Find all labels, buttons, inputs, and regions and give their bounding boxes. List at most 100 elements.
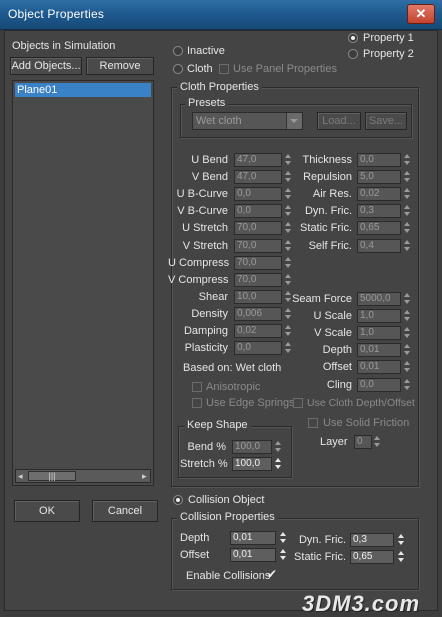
watermark-logo: 3DM3.com [302,591,421,616]
spin-arrows-icon[interactable] [404,360,410,374]
anisotropic-label: Anisotropic [206,381,261,393]
save-button[interactable]: Save... [365,112,407,130]
bend-spin-arrows-icon[interactable] [275,440,281,454]
title-bar[interactable]: Object Properties ✕ [0,0,442,30]
collision-offset-spin-icon[interactable] [280,548,286,562]
load-button[interactable]: Load... [317,112,361,130]
list-item[interactable]: Plane01 [15,83,151,97]
spin-arrows-icon[interactable] [404,221,410,235]
field-spinner[interactable]: 70,0 [234,272,282,287]
field-spinner[interactable]: 70,0 [234,255,282,270]
field-label: U Bend [191,154,228,166]
field-label: Cling [326,378,352,391]
collision-offset-field[interactable]: 0,01 [230,548,276,562]
collision-depth-field[interactable]: 0,01 [230,531,276,545]
use-edge-springs-checkbox[interactable] [192,398,202,408]
collision-offset-label: Offset [180,549,210,561]
cloth-radio[interactable] [173,64,183,74]
ok-button[interactable]: OK [14,500,80,522]
field-spinner[interactable]: 5000,0 [357,292,401,306]
spin-arrows-icon[interactable] [285,187,291,201]
cancel-button[interactable]: Cancel [92,500,158,522]
field-label: Dyn. Fric. [304,205,352,218]
property1-label: Property 1 [363,32,414,44]
field-spinner[interactable]: 0,0 [234,187,282,202]
chevron-down-icon[interactable] [286,113,302,129]
field-spinner[interactable]: 10,0 [234,289,282,304]
spin-arrows-icon[interactable] [285,341,291,355]
use-panel-checkbox[interactable] [219,64,229,74]
add-objects-button[interactable]: Add Objects... [10,57,82,75]
field-spinner[interactable]: 0,006 [234,306,282,321]
field-spinner[interactable]: 0,4 [357,238,401,253]
collision-static-fric-field[interactable]: 0,65 [350,550,394,564]
spin-arrows-icon[interactable] [285,170,291,184]
inactive-radio[interactable] [173,46,183,56]
scrollbar-thumb[interactable]: ||| [28,471,76,481]
field-spinner[interactable]: 0,02 [234,324,282,338]
spin-arrows-icon[interactable] [285,204,291,218]
field-spinner[interactable]: 0,65 [357,221,401,236]
collision-dyn-fric-spin-icon[interactable] [398,533,404,547]
spin-arrows-icon[interactable] [404,309,410,323]
objects-list[interactable]: Plane01 ◂ ||| ▸ [12,80,154,486]
layer-spinner[interactable]: 0 [354,435,372,449]
preset-dropdown[interactable]: Wet cloth [192,112,303,130]
field-spinner[interactable]: 0,0 [357,153,401,167]
spin-arrows-icon[interactable] [404,292,410,306]
property2-radio[interactable] [348,49,358,59]
stretch-percent-field[interactable]: 100,0 [232,457,272,471]
field-spinner[interactable]: 5,0 [357,170,401,185]
property1-radio[interactable] [348,33,358,43]
spin-arrows-icon[interactable] [404,153,410,167]
field-spinner[interactable]: 70,0 [234,221,282,236]
scroll-left-icon[interactable]: ◂ [18,472,26,481]
field-label: Plasticity [184,342,228,355]
spin-arrows-icon[interactable] [285,324,291,338]
field-spinner[interactable]: 0,0 [357,377,401,392]
collision-depth-spin-icon[interactable] [280,531,286,545]
spin-arrows-icon[interactable] [404,343,410,357]
spin-arrows-icon[interactable] [404,187,410,201]
close-button[interactable]: ✕ [407,4,435,24]
collision-object-radio[interactable] [173,495,183,505]
spin-arrows-icon[interactable] [285,153,291,167]
collision-dyn-fric-field[interactable]: 0,3 [350,533,394,547]
spin-arrows-icon[interactable] [404,170,410,184]
spin-arrows-icon[interactable] [404,378,410,392]
field-spinner[interactable]: 1,0 [357,326,401,341]
field-label: V Bend [191,171,228,184]
enable-collisions-checkmark-icon[interactable]: ✔ [267,568,279,580]
spin-arrows-icon[interactable] [285,239,291,253]
field-spinner[interactable]: 0,01 [357,343,401,358]
bend-percent-field[interactable]: 100,0 [232,440,272,454]
spin-arrows-icon[interactable] [285,290,291,304]
field-label: Offset [322,361,352,374]
field-spinner[interactable]: 0,3 [357,204,401,219]
spin-arrows-icon[interactable] [285,307,291,321]
field-spinner[interactable]: 0,0 [234,341,282,356]
layer-spin-arrows-icon[interactable] [374,435,380,449]
collision-depth-label: Depth [180,532,210,544]
horizontal-scrollbar[interactable]: ◂ ||| ▸ [15,469,151,483]
use-cloth-depth-checkbox[interactable] [293,398,303,408]
field-spinner[interactable]: 70,0 [234,238,282,253]
anisotropic-checkbox[interactable] [192,382,202,392]
field-spinner[interactable]: 0,02 [357,187,401,202]
spin-arrows-icon[interactable] [285,273,291,287]
field-spinner[interactable]: 47,0 [234,170,282,185]
scroll-right-icon[interactable]: ▸ [142,472,150,481]
collision-static-fric-spin-icon[interactable] [398,550,404,564]
spin-arrows-icon[interactable] [404,204,410,218]
spin-arrows-icon[interactable] [285,221,291,235]
field-spinner[interactable]: 0,01 [357,360,401,375]
spin-arrows-icon[interactable] [404,239,410,253]
remove-button[interactable]: Remove [86,57,154,75]
spin-arrows-icon[interactable] [285,256,291,270]
field-spinner[interactable]: 47,0 [234,153,282,167]
field-spinner[interactable]: 1,0 [357,309,401,324]
field-spinner[interactable]: 0,0 [234,204,282,219]
stretch-spin-arrows-icon[interactable] [275,457,281,471]
spin-arrows-icon[interactable] [404,326,410,340]
use-solid-friction-checkbox[interactable] [308,418,318,428]
